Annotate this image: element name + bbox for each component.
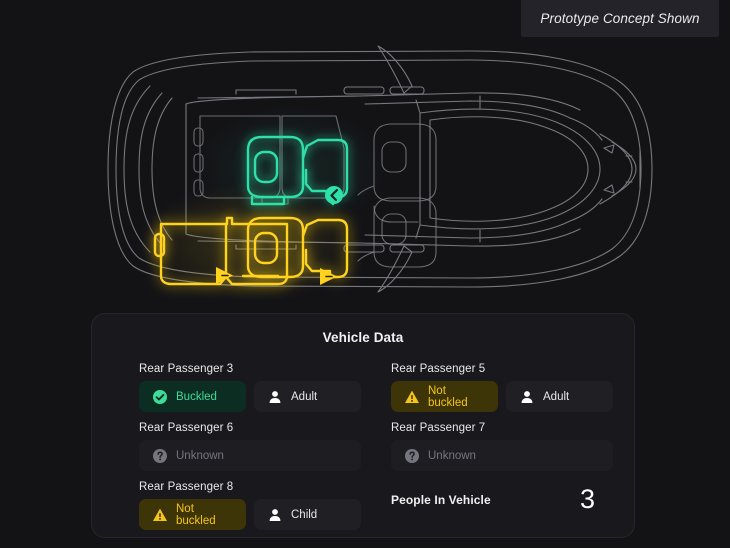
seat-chips: Not buckled Adult (391, 381, 613, 412)
status-chip-unknown[interactable]: Unknown (391, 440, 613, 471)
question-circle-icon (405, 448, 419, 463)
prototype-banner-text: Prototype Concept Shown (540, 11, 700, 26)
seat-label: Rear Passenger 8 (139, 481, 234, 493)
seat-cell-rear-passenger-7: Rear Passenger 7 Unknown (391, 412, 613, 471)
occupant-chip-adult[interactable]: Adult (506, 381, 613, 412)
check-circle-icon (153, 389, 167, 404)
people-in-vehicle-label: People In Vehicle (391, 492, 491, 507)
prototype-banner: Prototype Concept Shown (521, 0, 719, 37)
status-chip-label: Not buckled (428, 384, 468, 409)
seat-label: Rear Passenger 6 (139, 422, 234, 434)
vehicle-data-panel: Vehicle Data Rear Passenger 3 Buckled Ad… (91, 313, 635, 538)
status-chip-label: Unknown (428, 449, 476, 462)
person-icon (269, 390, 281, 403)
seat-label: Rear Passenger 3 (139, 363, 234, 375)
occupant-chip-child[interactable]: Child (254, 499, 361, 530)
seat-row: Rear Passenger 3 Buckled Adult Rear Pass… (139, 353, 613, 412)
person-icon (521, 390, 533, 403)
status-chip-unknown[interactable]: Unknown (139, 440, 361, 471)
vehicle-diagram (0, 38, 730, 300)
seat-row: Rear Passenger 6 Unknown Rear Passenger … (139, 412, 613, 471)
seat-label: Rear Passenger 7 (391, 422, 486, 434)
people-in-vehicle-count: 3 (579, 484, 595, 514)
status-chip-label: Buckled (176, 390, 217, 403)
occupant-chip-label: Child (291, 508, 318, 521)
person-icon (269, 508, 281, 521)
seat-cell-rear-passenger-5: Rear Passenger 5 Not buckled Adult (391, 353, 613, 412)
seatbelt-badge-green (325, 186, 343, 204)
status-chip-not-buckled[interactable]: Not buckled (391, 381, 498, 412)
seat-outlines-inactive-lower (357, 197, 437, 268)
panel-title: Vehicle Data (322, 330, 404, 345)
status-chip-label: Unknown (176, 449, 224, 462)
seat-chips: Unknown (139, 440, 361, 471)
question-circle-icon (153, 448, 167, 463)
seat-chips: Not buckled Child (139, 499, 361, 530)
occupant-chip-label: Adult (543, 390, 570, 403)
status-chip-buckled[interactable]: Buckled (139, 381, 246, 412)
people-in-vehicle: People In Vehicle 3 (391, 486, 601, 513)
status-chip-label: Not buckled (176, 502, 216, 527)
warning-triangle-icon (153, 508, 167, 521)
occupant-chip-adult[interactable]: Adult (254, 381, 361, 412)
seat-chips: Unknown (391, 440, 613, 471)
occupant-chip-label: Adult (291, 390, 318, 403)
warning-triangle-icon (405, 390, 419, 403)
status-chip-not-buckled[interactable]: Not buckled (139, 499, 246, 530)
seat-label: Rear Passenger 5 (391, 363, 486, 375)
seat-cell-rear-passenger-6: Rear Passenger 6 Unknown (139, 412, 361, 471)
seat-cell-rear-passenger-8: Rear Passenger 8 Not buckled Child (139, 471, 361, 530)
seat-chips: Buckled Adult (139, 381, 361, 412)
seat-cell-rear-passenger-3: Rear Passenger 3 Buckled Adult (139, 353, 361, 412)
